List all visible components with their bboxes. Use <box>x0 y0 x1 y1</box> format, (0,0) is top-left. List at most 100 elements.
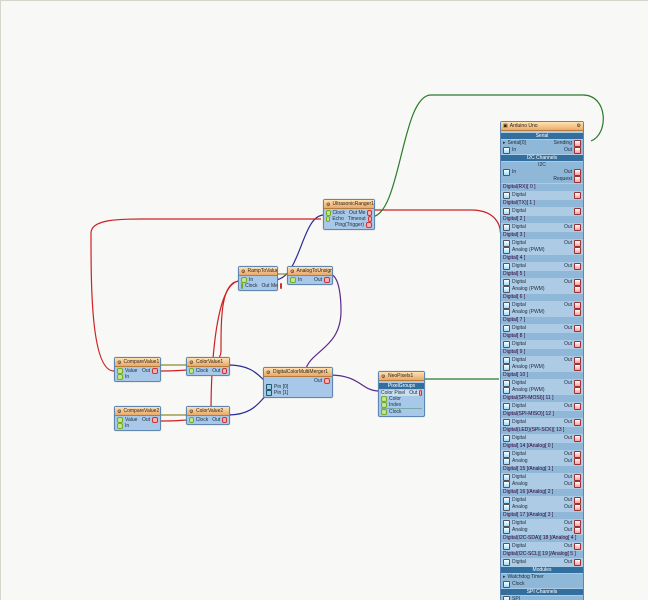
node-color-value-1[interactable]: ⚙ColorValue1 ClockOut <box>186 357 230 376</box>
pin-out[interactable] <box>574 192 581 199</box>
pin-in[interactable] <box>503 435 510 442</box>
pin-in[interactable] <box>189 368 194 374</box>
pin-out[interactable] <box>222 417 227 423</box>
pin-row[interactable]: AnalogOut <box>503 504 581 511</box>
node-compare-value-2[interactable]: ⚙CompareValue2 ValueOut In <box>114 406 161 431</box>
pin-out[interactable] <box>574 263 581 270</box>
pin-row[interactable]: Analog (PWM) <box>503 247 581 254</box>
pin-in[interactable] <box>189 417 194 423</box>
pin-out[interactable] <box>574 435 581 442</box>
pin-in[interactable] <box>503 380 510 387</box>
pin-row[interactable]: DigitalOut <box>503 543 581 550</box>
pin-in[interactable] <box>503 240 510 247</box>
pin-in[interactable] <box>503 481 510 488</box>
pin-in[interactable] <box>290 277 296 283</box>
pin-out[interactable] <box>574 247 581 254</box>
pin-out[interactable] <box>574 481 581 488</box>
pin-in[interactable] <box>503 364 510 371</box>
pin-in[interactable] <box>503 497 510 504</box>
pin-row[interactable]: DigitalOut <box>503 325 581 332</box>
pin-in[interactable] <box>503 224 510 231</box>
pin-in[interactable] <box>117 374 123 380</box>
pin-out[interactable] <box>574 364 581 371</box>
pin-row[interactable]: DigitalOut <box>503 240 581 247</box>
pin-row[interactable]: DigitalOut <box>503 224 581 231</box>
pin-in[interactable] <box>503 263 510 270</box>
pin-in[interactable] <box>117 423 123 429</box>
pin-in[interactable] <box>503 527 510 534</box>
pin-out[interactable] <box>574 309 581 316</box>
pin-in[interactable] <box>503 451 510 458</box>
pin-out[interactable] <box>366 222 372 228</box>
pin-in[interactable] <box>381 409 387 415</box>
pin-in[interactable] <box>503 543 510 550</box>
node-arduino-uno[interactable]: ▣Arduino Uno⚙ Serial ▸Serial[0]Sending I… <box>500 121 584 600</box>
pin-row[interactable]: DigitalOut <box>503 302 581 309</box>
pin-in[interactable] <box>503 596 510 600</box>
pin-row[interactable]: Digital <box>503 208 581 215</box>
pin-row[interactable]: DigitalOut <box>503 279 581 286</box>
pin-in[interactable] <box>503 279 510 286</box>
pin-in[interactable] <box>503 520 510 527</box>
pin-in[interactable] <box>503 419 510 426</box>
pin-in[interactable] <box>503 387 510 394</box>
node-color-multi-merger[interactable]: ⚙DigitalColorMultiMerger1 Out Pin [0] Pi… <box>263 367 333 398</box>
pin-row[interactable]: AnalogOut <box>503 527 581 534</box>
pin-in[interactable] <box>503 581 510 588</box>
pin-in[interactable] <box>503 341 510 348</box>
pin-out[interactable] <box>574 451 581 458</box>
pin-in[interactable] <box>503 458 510 465</box>
pin-row[interactable]: Digital <box>503 192 581 199</box>
pin-in[interactable] <box>503 286 510 293</box>
pin-out[interactable] <box>574 458 581 465</box>
pin-out[interactable] <box>574 240 581 247</box>
pin-row[interactable]: DigitalOut <box>503 380 581 387</box>
pin-row[interactable]: DigitalOut <box>503 263 581 270</box>
pin-row[interactable]: Analog (PWM) <box>503 364 581 371</box>
pin-row[interactable]: DigitalOut <box>503 403 581 410</box>
node-neopixels[interactable]: ⚙NeoPixels1 PixelGroups Color PixelOut C… <box>378 371 425 417</box>
pin-in[interactable] <box>503 325 510 332</box>
pin-in[interactable] <box>503 403 510 410</box>
pin-out[interactable] <box>574 140 581 147</box>
pin-out[interactable] <box>574 208 581 215</box>
pin-out[interactable] <box>280 283 282 289</box>
pin-in[interactable] <box>503 559 510 566</box>
pin-out[interactable] <box>574 504 581 511</box>
pin-in[interactable] <box>503 474 510 481</box>
pin-row[interactable]: Analog (PWM) <box>503 286 581 293</box>
pin-in[interactable] <box>503 147 510 154</box>
node-ramp-to-value[interactable]: ⚙RampToValue1 In ClockOut Me <box>238 266 278 291</box>
pin-in[interactable] <box>503 309 510 316</box>
pin-out[interactable] <box>574 543 581 550</box>
pin-in[interactable] <box>503 192 510 199</box>
pin-in[interactable] <box>503 504 510 511</box>
pin-out[interactable] <box>574 527 581 534</box>
pin-row[interactable]: Analog (PWM) <box>503 309 581 316</box>
pin-in[interactable] <box>503 247 510 254</box>
pin-row[interactable]: DigitalOut <box>503 474 581 481</box>
pin-out[interactable] <box>574 302 581 309</box>
node-compare-value-1[interactable]: ⚙CompareValue1 ValueOut In <box>114 357 161 382</box>
node-color-value-2[interactable]: ⚙ColorValue2 ClockOut <box>186 406 230 425</box>
pin-row[interactable]: DigitalOut <box>503 559 581 566</box>
node-ultrasonic-ranger[interactable]: ⚙UltrasonicRanger1 ClockOut Me EchoTimeo… <box>323 199 375 230</box>
pin-out[interactable] <box>574 224 581 231</box>
pin-row[interactable]: DigitalOut <box>503 520 581 527</box>
pin-row[interactable]: DigitalOut <box>503 435 581 442</box>
pin-out[interactable] <box>574 325 581 332</box>
pin-in[interactable] <box>503 357 510 364</box>
pin-out[interactable] <box>574 559 581 566</box>
pin-out[interactable] <box>574 357 581 364</box>
pin-out[interactable] <box>574 279 581 286</box>
node-analog-to-unsigned[interactable]: ⚙AnalogToUnsigned1 InOut <box>287 266 333 285</box>
pin-in[interactable] <box>503 208 510 215</box>
pin-in[interactable] <box>241 283 243 289</box>
pin-out[interactable] <box>574 474 581 481</box>
pin-in[interactable] <box>503 169 510 176</box>
pin-row[interactable]: DigitalOut <box>503 341 581 348</box>
pin-out[interactable] <box>574 341 581 348</box>
pin-row[interactable]: DigitalOut <box>503 451 581 458</box>
design-canvas[interactable]: ⚙UltrasonicRanger1 ClockOut Me EchoTimeo… <box>0 0 648 600</box>
pin-out[interactable] <box>574 419 581 426</box>
